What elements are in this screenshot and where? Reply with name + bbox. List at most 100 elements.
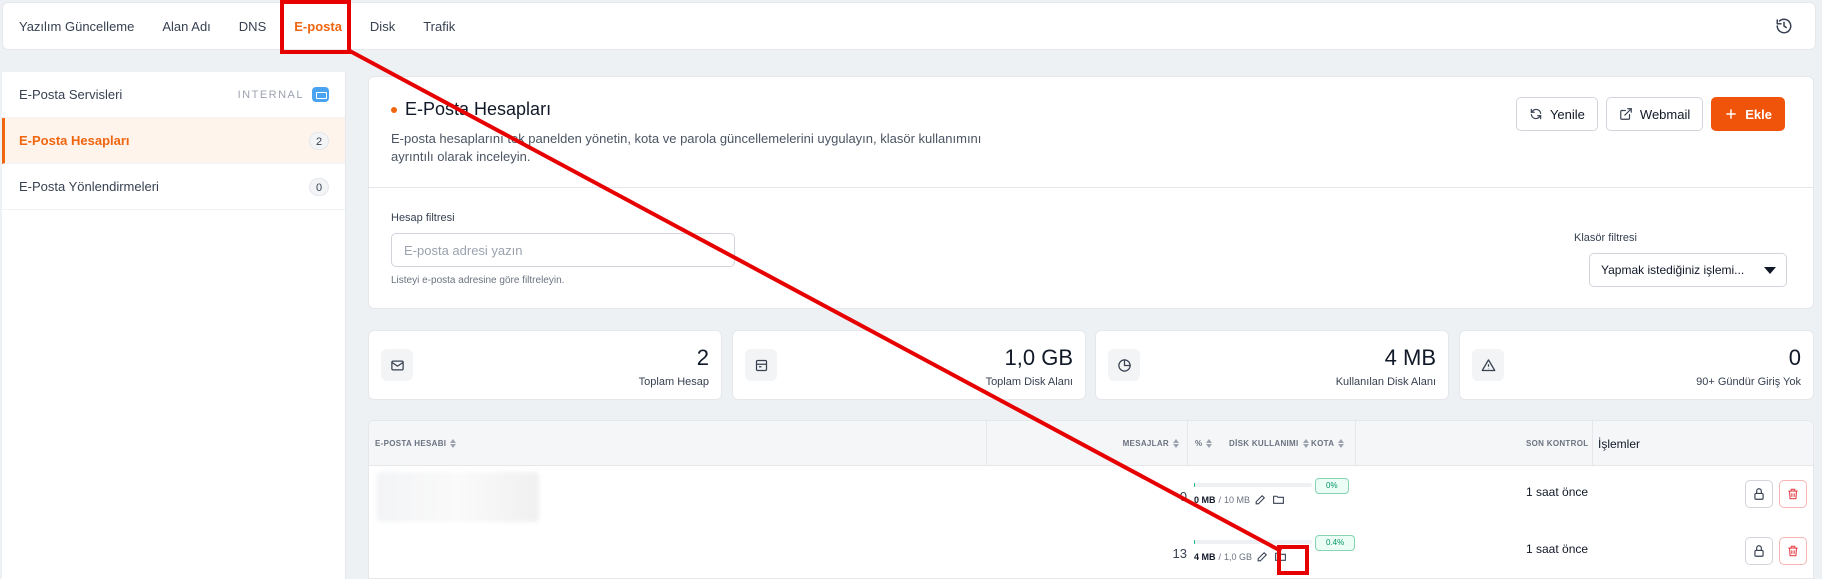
page-description: E-posta hesaplarını tek panelden yönetin…: [391, 131, 982, 164]
trash-icon: [1788, 488, 1798, 500]
tab-dns[interactable]: DNS: [239, 19, 266, 34]
delete-button[interactable]: [1779, 480, 1807, 508]
history-icon[interactable]: [1775, 17, 1793, 35]
add-label: Ekle: [1745, 106, 1772, 122]
accounts-table: E-POSTA HESABI MESAJLAR % DİSK KULLANIMI…: [368, 420, 1814, 579]
tab-email[interactable]: E-posta: [294, 19, 342, 34]
sort-icon: [1338, 439, 1345, 448]
sidebar: E-Posta Servisleri INTERNAL E-Posta Hesa…: [2, 72, 346, 579]
webmail-label: Webmail: [1639, 106, 1691, 122]
stat-total-disk: 1,0 GB Toplam Disk Alanı: [732, 330, 1086, 400]
sidebar-item-email-services[interactable]: E-Posta Servisleri INTERNAL: [2, 72, 345, 118]
password-button[interactable]: [1745, 480, 1773, 508]
add-button[interactable]: Ekle: [1711, 97, 1785, 131]
page-title-text: E-Posta Hesapları: [405, 99, 552, 119]
col-messages-label: MESAJLAR: [1122, 439, 1169, 448]
tab-disk[interactable]: Disk: [370, 19, 395, 34]
redacted-account: [377, 472, 539, 522]
edit-icon[interactable]: [1255, 549, 1270, 564]
usage-bar: [1194, 483, 1312, 487]
pie-icon: [1108, 349, 1140, 381]
caret-down-icon: [1764, 267, 1776, 274]
sidebar-item-email-accounts[interactable]: E-Posta Hesapları 2: [2, 118, 345, 164]
accent-dot: [391, 106, 397, 113]
folder-filter-label: Klasör filtresi: [1574, 232, 1637, 244]
refresh-icon: [1530, 108, 1542, 120]
top-nav: Yazılım Güncelleme Alan Adı DNS E-posta …: [2, 2, 1816, 50]
percent-badge: 0.4%: [1315, 535, 1356, 551]
stat-value: 2: [696, 345, 709, 370]
table-row: 0 0% 0 MB / 10 MB 1 saat önce: [369, 466, 1813, 523]
col-quota[interactable]: KOTA: [1311, 421, 1345, 466]
column-divider: [986, 421, 987, 466]
refresh-label: Yenile: [1549, 106, 1585, 122]
sort-icon: [450, 439, 457, 448]
tab-traffic[interactable]: Trafik: [423, 19, 455, 34]
tag-label: INTERNAL: [237, 88, 304, 101]
folder-filter-value: Yapmak istediğiniz işlemi...: [1601, 263, 1745, 277]
stat-value: 1,0 GB: [1004, 345, 1073, 370]
folder-icon[interactable]: [1271, 492, 1286, 507]
page-title: E-Posta Hesapları: [391, 99, 551, 120]
edit-icon[interactable]: [1253, 492, 1268, 507]
account-filter-label: Hesap filtresi: [391, 212, 455, 224]
sidebar-item-label: E-Posta Yönlendirmeleri: [19, 179, 159, 194]
account-filter-input[interactable]: [391, 233, 735, 267]
col-account[interactable]: E-POSTA HESABI: [375, 421, 457, 466]
col-disk-label: DİSK KULLANIMI: [1229, 439, 1299, 448]
col-quota-label: KOTA: [1311, 439, 1335, 448]
last-check: 1 saat önce: [1526, 485, 1589, 499]
messages-count: 13: [1172, 546, 1187, 561]
col-messages[interactable]: MESAJLAR: [1123, 421, 1179, 466]
sort-icon: [1173, 439, 1179, 448]
col-actions-label: İşlemler: [1598, 436, 1641, 451]
last-check: 1 saat önce: [1526, 542, 1589, 556]
stat-label: Kullanılan Disk Alanı: [1335, 376, 1436, 388]
table-row: 13 0.4% 4 MB / 1,0 GB 1 saat önce: [369, 523, 1813, 578]
warning-icon: [1472, 349, 1504, 381]
plus-icon: [1726, 109, 1737, 119]
col-disk[interactable]: DİSK KULLANIMI: [1229, 421, 1309, 466]
mail-icon: [381, 349, 413, 381]
stat-value: 0: [1788, 345, 1801, 370]
lock-icon: [1754, 488, 1764, 500]
usage-bar-fill: [1194, 483, 1195, 487]
col-account-label: E-POSTA HESABI: [375, 439, 447, 448]
column-divider: [1592, 421, 1593, 466]
trash-icon: [1788, 545, 1798, 557]
disk-usage: 0 MB / 10 MB: [1194, 492, 1286, 507]
lock-icon: [1754, 545, 1764, 557]
tab-software-update[interactable]: Yazılım Güncelleme: [19, 19, 134, 34]
webmail-button[interactable]: Webmail: [1605, 97, 1704, 131]
usage-bar: [1194, 540, 1312, 544]
usage-bar-fill: [1194, 540, 1195, 544]
col-percent[interactable]: %: [1195, 421, 1213, 466]
percent-badge: 0%: [1315, 478, 1349, 494]
account-filter-hint: Listeyi e-posta adresine göre filtreleyi…: [391, 275, 565, 286]
stat-label: Toplam Hesap: [638, 376, 709, 388]
delete-button[interactable]: [1779, 537, 1807, 565]
col-last-check-label: SON KONTROL: [1526, 439, 1589, 448]
sidebar-item-email-forwarders[interactable]: E-Posta Yönlendirmeleri 0: [2, 164, 345, 210]
sort-icon: [1206, 439, 1213, 448]
email-accounts-card: E-Posta Hesapları E-posta hesaplarını te…: [368, 76, 1814, 309]
col-last-check: SON KONTROL: [1526, 421, 1588, 466]
messages-count: 0: [1179, 489, 1187, 504]
disk-used: 4 MB: [1194, 551, 1216, 562]
stat-used-disk: 4 MB Kullanılan Disk Alanı: [1095, 330, 1449, 400]
stat-label: Toplam Disk Alanı: [985, 376, 1073, 388]
disk-used: 0 MB: [1194, 494, 1216, 505]
tab-domain[interactable]: Alan Adı: [162, 19, 210, 34]
sort-icon: [1302, 439, 1309, 448]
folder-filter-select[interactable]: Yapmak istediğiniz işlemi...: [1589, 253, 1787, 287]
toolbar: Yenile Webmail Ekle: [1515, 97, 1785, 131]
password-button[interactable]: [1745, 537, 1773, 565]
folder-icon[interactable]: [1273, 549, 1288, 564]
stat-value: 4 MB: [1384, 345, 1436, 370]
table-header: E-POSTA HESABI MESAJLAR % DİSK KULLANIMI…: [369, 421, 1813, 466]
sidebar-item-label: E-Posta Hesapları: [19, 133, 130, 148]
disk-quota: 1,0 GB: [1224, 551, 1253, 562]
refresh-button[interactable]: Yenile: [1515, 97, 1598, 131]
col-percent-label: %: [1195, 439, 1203, 448]
external-link-icon: [1620, 108, 1632, 120]
